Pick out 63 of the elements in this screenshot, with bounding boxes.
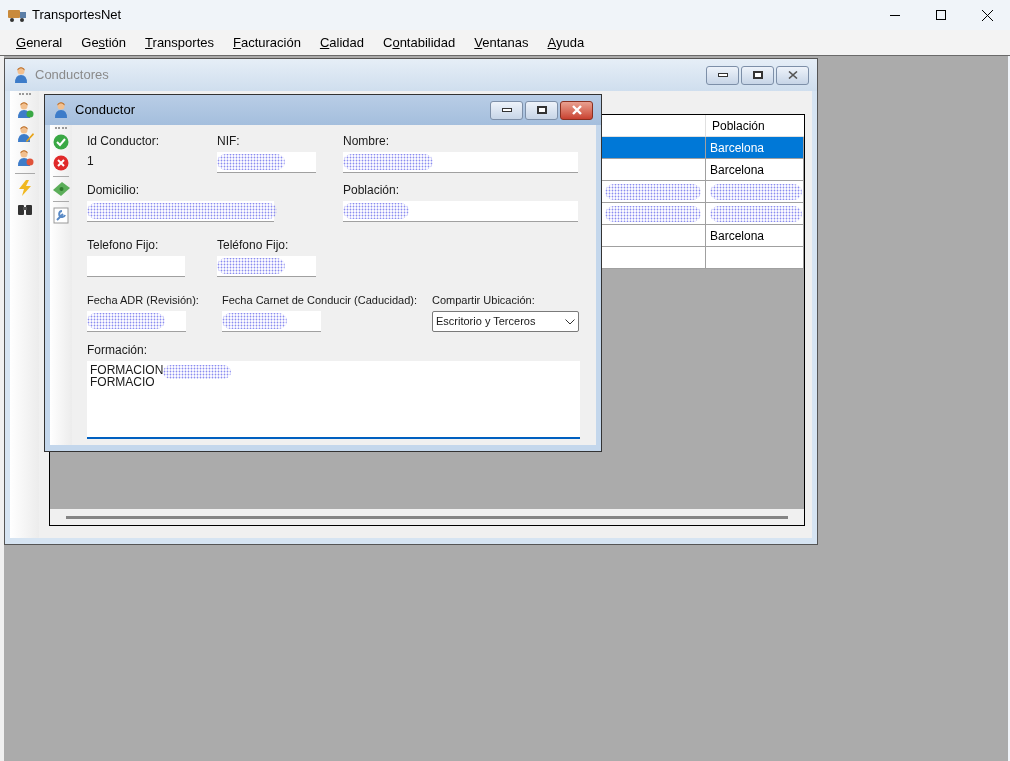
chevron-down-icon xyxy=(565,318,575,325)
input-field[interactable] xyxy=(217,152,316,173)
menu-item[interactable]: Ventanas xyxy=(474,32,529,53)
close-button[interactable] xyxy=(776,65,809,85)
person-add-icon[interactable] xyxy=(15,101,34,119)
restore-button[interactable] xyxy=(741,65,774,85)
menu-item[interactable]: Transportes xyxy=(145,32,214,53)
menu-item[interactable]: General xyxy=(16,32,63,53)
menu-item[interactable]: Ayuda xyxy=(547,32,585,53)
table-cell: Barcelona xyxy=(706,225,804,247)
minimize-button[interactable] xyxy=(490,100,523,120)
cancel-icon[interactable] xyxy=(53,155,69,171)
field-label: Fecha Carnet de Conducir (Caducidad): xyxy=(222,293,418,307)
person-remove-icon[interactable] xyxy=(15,149,34,167)
window-title: Conductores xyxy=(35,66,109,85)
field-label: Id Conductor: xyxy=(87,134,161,148)
close-button[interactable] xyxy=(560,100,593,120)
redaction-mark xyxy=(217,153,285,171)
field-label: Domicilio: xyxy=(87,183,139,197)
redaction-mark xyxy=(343,202,409,220)
field-label: Compartir Ubicación: xyxy=(432,293,535,307)
redaction-mark xyxy=(222,312,287,330)
redaction-mark xyxy=(217,257,285,275)
menu-item[interactable]: Contabilidad xyxy=(383,32,456,53)
field-label: Población: xyxy=(343,183,400,197)
truck-icon xyxy=(8,8,26,22)
field-label: Telefono Fijo: xyxy=(87,238,159,252)
field-label: NIF: xyxy=(217,134,240,148)
restore-button[interactable] xyxy=(525,100,558,120)
field-label: Nombre: xyxy=(343,134,389,148)
window-title: TransportesNet xyxy=(32,6,122,25)
close-icon xyxy=(787,71,798,79)
field-label: Formación: xyxy=(87,343,149,357)
dropdown[interactable]: Escritorio y Terceros xyxy=(432,311,579,332)
menu-item[interactable]: Calidad xyxy=(319,32,364,53)
input-field[interactable] xyxy=(217,256,316,277)
input-field[interactable] xyxy=(87,256,185,277)
wrench-icon[interactable] xyxy=(53,207,69,224)
binoculars-icon[interactable] xyxy=(16,202,33,216)
menu-item[interactable]: Gestión xyxy=(81,32,127,53)
input-field[interactable] xyxy=(343,201,578,222)
field-label: Fecha ADR (Revisión): xyxy=(87,293,199,307)
person-edit-icon[interactable] xyxy=(15,125,34,143)
text-line: FORMACION xyxy=(90,364,164,376)
table-cell: Barcelona xyxy=(706,137,804,159)
close-icon xyxy=(570,105,583,115)
field-value: 1 xyxy=(87,153,95,170)
window-title: Conductor xyxy=(75,101,135,120)
check-icon[interactable] xyxy=(53,134,69,150)
minimize-button[interactable] xyxy=(706,65,739,85)
table-cell: Barcelona xyxy=(706,159,804,181)
banknote-icon[interactable] xyxy=(52,182,70,196)
input-field[interactable] xyxy=(87,311,186,332)
field-label: Teléfono Fijo: xyxy=(217,238,289,252)
menu-item[interactable]: Facturación xyxy=(232,32,301,53)
redaction-mark xyxy=(163,364,232,380)
close-icon xyxy=(981,9,993,21)
input-field[interactable] xyxy=(222,311,321,332)
text-line: FORMACIO xyxy=(90,376,155,388)
input-field[interactable] xyxy=(343,152,578,173)
horizontal-scrollbar[interactable] xyxy=(50,509,804,525)
column-header[interactable]: Población xyxy=(706,115,804,137)
text-area[interactable]: FORMACION FORMACIO xyxy=(87,361,580,439)
